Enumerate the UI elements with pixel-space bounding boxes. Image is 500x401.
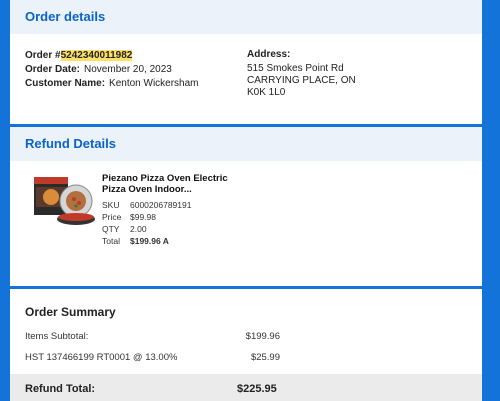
refund-total-row: Refund Total: $225.95 xyxy=(10,374,482,401)
items-subtotal-row: Items Subtotal: $199.96 xyxy=(25,331,280,342)
total-row: Total $199.96 A xyxy=(102,235,242,247)
items-subtotal-label: Items Subtotal: xyxy=(25,331,89,342)
pizza-oven-product-image[interactable] xyxy=(32,173,96,231)
refund-details-section: Piezano Pizza Oven Electric Pizza Oven I… xyxy=(10,161,482,286)
items-subtotal-value: $199.96 xyxy=(245,331,280,342)
order-date-value: November 20, 2023 xyxy=(84,64,172,75)
product-name-line-1: Piezano Pizza Oven Electric xyxy=(102,173,228,184)
sku-row: SKU 6000206789191 xyxy=(102,199,242,211)
customer-name-label: Customer Name: xyxy=(25,78,106,89)
order-summary-heading: Order Summary xyxy=(25,305,116,319)
qty-row: QTY 2.00 xyxy=(102,223,242,235)
refund-details-heading: Refund Details xyxy=(10,127,482,161)
address-label: Address: xyxy=(247,49,291,60)
order-number-row: Order #5242340011982 xyxy=(25,49,199,63)
total-label: Total xyxy=(102,236,120,246)
sku-label: SKU xyxy=(102,200,120,210)
address-line-2: CARRYING PLACE, ON xyxy=(247,75,356,86)
order-email-card: Order details Order #5242340011982 Order… xyxy=(10,0,482,401)
order-details-heading: Order details xyxy=(10,0,482,34)
order-date-row: Order Date: November 20, 2023 xyxy=(25,63,199,77)
order-number-label: Order # xyxy=(25,50,61,61)
tax-row: HST 137466199 RT0001 @ 13.00% $25.99 xyxy=(25,352,280,363)
customer-name-value: Kenton Wickersham xyxy=(109,78,199,89)
product-info: Piezano Pizza Oven Electric Pizza Oven I… xyxy=(102,173,242,247)
price-row: Price $99.98 xyxy=(102,211,242,223)
product-name-line-2: Pizza Oven Indoor... xyxy=(102,184,192,195)
tax-label: HST 137466199 RT0001 @ 13.00% xyxy=(25,352,178,363)
product-name[interactable]: Piezano Pizza Oven Electric Pizza Oven I… xyxy=(102,173,242,195)
customer-name-row: Customer Name: Kenton Wickersham xyxy=(25,77,199,91)
order-date-label: Order Date: xyxy=(25,64,81,75)
refund-total-value: $225.95 xyxy=(237,383,277,395)
qty-label: QTY xyxy=(102,224,120,234)
order-number-value: 5242340011982 xyxy=(60,50,133,61)
price-label: Price xyxy=(102,212,122,222)
total-value: $199.96 A xyxy=(130,236,169,246)
address-line-3: K0K 1L0 xyxy=(247,87,286,98)
order-summary-section: Order Summary Items Subtotal: $199.96 HS… xyxy=(10,289,482,374)
sku-value: 6000206789191 xyxy=(130,200,192,210)
refund-total-label: Refund Total: xyxy=(25,383,96,395)
qty-value: 2.00 xyxy=(130,224,147,234)
address-block: Address: 515 Smokes Point Rd CARRYING PL… xyxy=(247,49,356,99)
address-line-1: 515 Smokes Point Rd xyxy=(247,63,344,74)
tax-value: $25.99 xyxy=(250,352,280,363)
price-value: $99.98 xyxy=(130,212,156,222)
order-details-section: Order #5242340011982 Order Date: November… xyxy=(10,34,482,124)
order-info: Order #5242340011982 Order Date: November… xyxy=(25,49,199,91)
